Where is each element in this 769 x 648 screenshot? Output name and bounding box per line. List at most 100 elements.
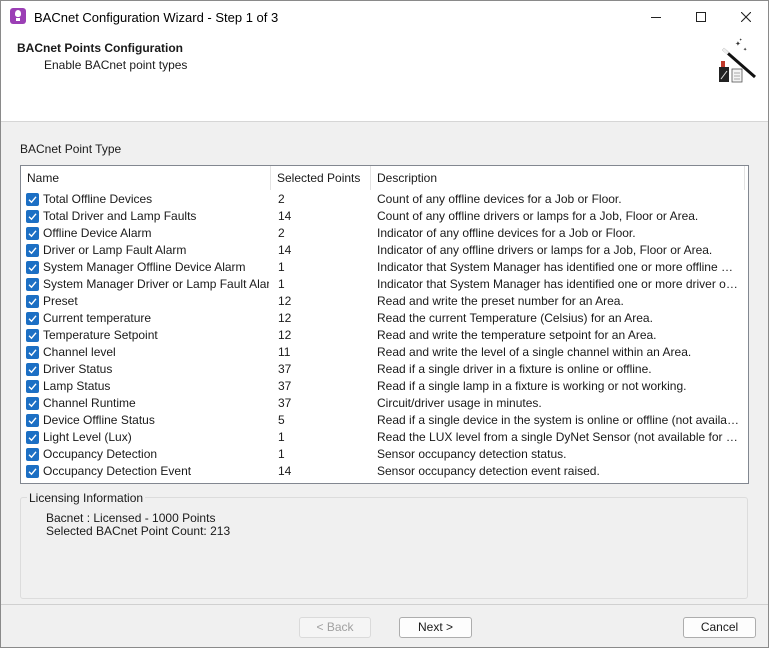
table-row[interactable]: Current temperature 12 Read the current Te… [21, 310, 748, 327]
wizard-window: BACnet Configuration Wizard - Step 1 of … [0, 0, 769, 648]
checkmark-icon [28, 383, 37, 391]
checkmark-icon [28, 349, 37, 357]
row-selected-points: 12 [278, 294, 292, 308]
row-description: Indicator that System Manager has identi… [377, 260, 739, 274]
bacnet-points-list[interactable]: Name Selected Points Description Total O… [20, 165, 749, 484]
row-name: Total Offline Devices [43, 192, 153, 206]
section-label: BACnet Point Type [20, 142, 122, 156]
row-name: Current temperature [43, 311, 152, 325]
next-button[interactable]: Next > [399, 617, 472, 638]
row-name: Occupancy Detection Event [43, 464, 192, 478]
row-name: Total Driver and Lamp Faults [43, 209, 197, 223]
row-checkbox[interactable] [26, 465, 39, 478]
row-name: System Manager Driver or Lamp Fault Alar… [43, 277, 269, 291]
row-checkbox[interactable] [26, 227, 39, 240]
title-bar[interactable]: BACnet Configuration Wizard - Step 1 of … [1, 1, 768, 32]
row-name: Occupancy Detection [43, 447, 158, 461]
checkmark-icon [28, 400, 37, 408]
row-description: Circuit/driver usage in minutes. [377, 396, 542, 410]
cancel-button[interactable]: Cancel [683, 617, 756, 638]
checkmark-icon [28, 281, 37, 289]
row-checkbox[interactable] [26, 380, 39, 393]
table-row[interactable]: Channel Runtime 37 Circuit/driver usage in… [21, 395, 748, 412]
row-selected-points: 14 [278, 243, 292, 257]
row-selected-points: 37 [278, 379, 292, 393]
table-row[interactable]: Light Level (Lux) 1 Read the LUX level fro… [21, 429, 748, 446]
table-row[interactable]: Device Offline Status 5 Read if a single d… [21, 412, 748, 429]
row-description: Read and write the preset number for an … [377, 294, 624, 308]
table-row[interactable]: System Manager Driver or Lamp Fault Alar… [21, 276, 748, 293]
row-checkbox[interactable] [26, 363, 39, 376]
table-row[interactable]: Total Driver and Lamp Faults 14 Count of a… [21, 208, 748, 225]
row-description: Read the current Temperature (Celsius) f… [377, 311, 653, 325]
table-row[interactable]: Occupancy Detection Event 14 Sensor occupa… [21, 463, 748, 480]
licensing-group-title: Licensing Information [27, 491, 146, 505]
checkmark-icon [28, 332, 37, 340]
checkmark-icon [28, 366, 37, 374]
row-description: Indicator of any offline devices for a J… [377, 226, 636, 240]
close-button[interactable] [723, 1, 768, 32]
table-row[interactable]: Driver or Lamp Fault Alarm 14 Indicator of… [21, 242, 748, 259]
table-row[interactable]: System Manager Offline Device Alarm 1 Indi… [21, 259, 748, 276]
svg-text:✦: ✦ [743, 47, 747, 53]
row-checkbox[interactable] [26, 414, 39, 427]
row-checkbox[interactable] [26, 244, 39, 257]
row-selected-points: 14 [278, 464, 292, 478]
row-selected-points: 5 [278, 413, 285, 427]
row-selected-points: 37 [278, 396, 292, 410]
row-description: Read if a single lamp in a fixture is wo… [377, 379, 687, 393]
row-selected-points: 2 [278, 226, 285, 240]
row-name: Lamp Status [43, 379, 111, 393]
selected-point-count: Selected BACnet Point Count: 213 [46, 524, 231, 538]
column-header-description[interactable]: Description [371, 166, 745, 190]
row-checkbox[interactable] [26, 193, 39, 206]
row-description: Read and write the level of a single cha… [377, 345, 692, 359]
minimize-button[interactable] [633, 1, 679, 32]
table-row[interactable]: Preset 12 Read and write the preset number… [21, 293, 748, 310]
checkmark-icon [28, 417, 37, 425]
row-description: Read if a single device in the system is… [377, 413, 739, 427]
row-checkbox[interactable] [26, 397, 39, 410]
column-header-name[interactable]: Name [21, 166, 271, 190]
maximize-button[interactable] [678, 1, 724, 32]
back-button[interactable]: < Back [299, 617, 371, 638]
row-description: Sensor occupancy detection status. [377, 447, 567, 461]
row-name: Driver Status [43, 362, 113, 376]
row-description: Count of any offline devices for a Job o… [377, 192, 622, 206]
row-checkbox[interactable] [26, 346, 39, 359]
table-row[interactable]: Offline Device Alarm 2 Indicator of any of… [21, 225, 748, 242]
row-name: Channel Runtime [43, 396, 136, 410]
table-row[interactable]: Driver Status 37 Read if a single driver i… [21, 361, 748, 378]
row-selected-points: 1 [278, 447, 285, 461]
row-selected-points: 11 [278, 345, 291, 359]
row-description: Indicator that System Manager has identi… [377, 277, 739, 291]
column-header-selected-points[interactable]: Selected Points [271, 166, 371, 190]
row-checkbox[interactable] [26, 295, 39, 308]
close-icon [741, 11, 751, 22]
row-selected-points: 2 [278, 192, 285, 206]
minimize-icon [651, 16, 661, 18]
maximize-icon [696, 11, 706, 22]
list-rows: Total Offline Devices 2 Count of any offli… [21, 191, 748, 480]
row-checkbox[interactable] [26, 261, 39, 274]
table-row[interactable]: Occupancy Detection 1 Sensor occupancy det… [21, 446, 748, 463]
page-title: BACnet Points Configuration [17, 41, 183, 55]
table-row[interactable]: Channel level 11 Read and write the level … [21, 344, 748, 361]
wizard-header: BACnet Points Configuration Enable BACne… [1, 32, 768, 122]
row-name: System Manager Offline Device Alarm [43, 260, 246, 274]
row-description: Read if a single driver in a fixture is … [377, 362, 652, 376]
checkmark-icon [28, 434, 37, 442]
row-checkbox[interactable] [26, 329, 39, 342]
row-checkbox[interactable] [26, 448, 39, 461]
table-row[interactable]: Temperature Setpoint 12 Read and write the… [21, 327, 748, 344]
checkmark-icon [28, 315, 37, 323]
row-checkbox[interactable] [26, 431, 39, 444]
row-checkbox[interactable] [26, 210, 39, 223]
row-description: Indicator of any offline drivers or lamp… [377, 243, 713, 257]
row-checkbox[interactable] [26, 312, 39, 325]
page-subtitle: Enable BACnet point types [44, 58, 188, 72]
table-row[interactable]: Total Offline Devices 2 Count of any offli… [21, 191, 748, 208]
row-name: Light Level (Lux) [43, 430, 132, 444]
row-checkbox[interactable] [26, 278, 39, 291]
table-row[interactable]: Lamp Status 37 Read if a single lamp in a … [21, 378, 748, 395]
